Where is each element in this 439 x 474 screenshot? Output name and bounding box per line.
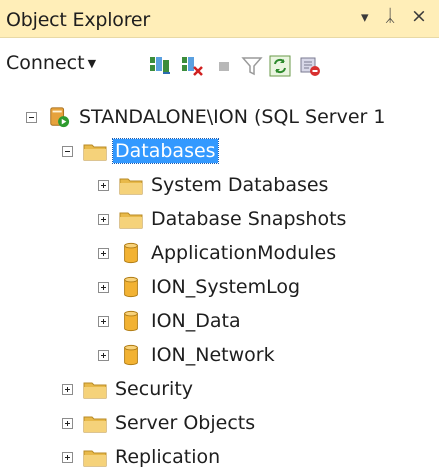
collapse-toggle-icon[interactable] [26, 111, 37, 123]
database-icon [124, 310, 138, 332]
tree-node-label: Security [115, 378, 194, 400]
sql-server-icon [50, 107, 70, 128]
activity-monitor-icon[interactable] [298, 54, 322, 78]
disconnect-icon[interactable] [180, 54, 204, 78]
expand-toggle-icon[interactable] [62, 383, 73, 395]
tree-node-replication[interactable]: Replication [62, 440, 222, 474]
tree-node-label: Server Objects [115, 412, 256, 434]
chevron-down-icon: ▼ [87, 56, 97, 70]
tree-node-ion-network[interactable]: ION_Network [98, 338, 277, 372]
tree-node-databases[interactable]: Databases [62, 134, 219, 168]
tree-node-label: ION_Network [151, 344, 275, 366]
expand-toggle-icon[interactable] [98, 179, 109, 191]
expand-toggle-icon[interactable] [98, 349, 109, 361]
window-position-dropdown[interactable]: ▾ [361, 8, 369, 26]
tree-node-security[interactable]: Security [62, 372, 195, 406]
connect-button[interactable]: Connect ▼ [6, 52, 96, 74]
panel-title: Object Explorer [6, 9, 151, 31]
tree-node-server[interactable]: STANDALONE\ION (SQL Server 1 [26, 100, 387, 134]
folder-icon [83, 144, 107, 161]
tree-node-label: Replication [115, 446, 221, 468]
tree-node-label: Database Snapshots [151, 208, 347, 230]
expand-toggle-icon[interactable] [98, 281, 109, 293]
tree-node-label: STANDALONE\ION (SQL Server 1 [79, 106, 386, 128]
expand-toggle-icon[interactable] [62, 417, 73, 429]
database-icon [124, 242, 138, 264]
expand-toggle-icon[interactable] [98, 213, 109, 225]
filter-icon[interactable] [240, 54, 264, 78]
connect-label: Connect [6, 52, 85, 74]
expand-toggle-icon[interactable] [98, 247, 109, 259]
expand-toggle-icon[interactable] [98, 315, 109, 327]
database-icon [124, 344, 138, 366]
folder-icon [119, 178, 143, 195]
refresh-icon[interactable] [268, 54, 292, 78]
tree-node-label: Databases [112, 138, 219, 164]
connect-object-explorer-icon[interactable] [148, 54, 172, 78]
tree-node-database-snapshots[interactable]: Database Snapshots [98, 202, 348, 236]
object-explorer-toolbar: Connect ▼ [0, 38, 439, 95]
tree-node-label: ION_Data [151, 310, 241, 332]
folder-icon [83, 416, 107, 433]
tree-node-ion-systemlog[interactable]: ION_SystemLog [98, 270, 302, 304]
folder-icon [83, 450, 107, 467]
tree-node-system-databases[interactable]: System Databases [98, 168, 330, 202]
tree-node-applicationmodules[interactable]: ApplicationModules [98, 236, 338, 270]
tree-node-label: ION_SystemLog [151, 276, 301, 298]
folder-icon [119, 212, 143, 229]
close-icon[interactable]: × [411, 5, 427, 27]
auto-hide-pin-icon[interactable]: ᛣ [385, 6, 395, 26]
tree-node-ion-data[interactable]: ION_Data [98, 304, 243, 338]
collapse-toggle-icon[interactable] [62, 145, 73, 157]
stop-icon[interactable] [212, 54, 236, 78]
tree-node-server-objects[interactable]: Server Objects [62, 406, 257, 440]
expand-toggle-icon[interactable] [62, 451, 73, 463]
object-explorer-titlebar: Object Explorer ▾ ᛣ × [0, 0, 439, 38]
tree-node-label: ApplicationModules [151, 242, 337, 264]
tree-node-label: System Databases [151, 174, 329, 196]
database-icon [124, 276, 138, 298]
folder-icon [83, 382, 107, 399]
